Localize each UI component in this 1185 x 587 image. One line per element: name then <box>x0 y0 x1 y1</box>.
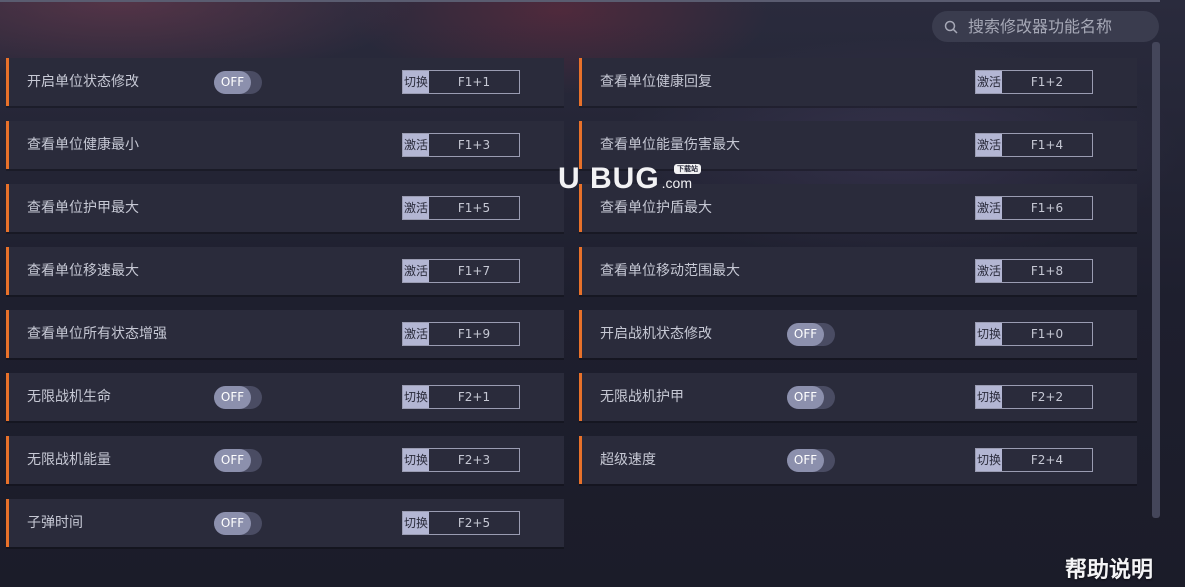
toggle-knob: OFF <box>214 386 251 409</box>
hotkey-key: F1+2 <box>1030 75 1064 89</box>
cheat-toggle[interactable]: OFF <box>214 512 262 535</box>
cheat-row: 无限战机护甲 OFF 切换 F2+2 <box>579 373 1137 421</box>
hotkey-key: F1+6 <box>1030 201 1064 215</box>
hotkey-key: F1+4 <box>1030 138 1064 152</box>
hotkey-key: F2+4 <box>1030 453 1064 467</box>
toggle-knob: OFF <box>787 386 824 409</box>
hotkey-field[interactable]: 激活 F1+3 <box>402 133 520 157</box>
cheat-row: 查看单位移动范围最大 激活 F1+8 <box>579 247 1137 295</box>
toggle-knob: OFF <box>214 449 251 472</box>
cheat-toggle[interactable]: OFF <box>214 449 262 472</box>
hotkey-mode: 激活 <box>403 323 429 345</box>
cheat-row: 查看单位健康回复 激活 F1+2 <box>579 58 1137 106</box>
cheat-row: 无限战机生命 OFF 切换 F2+1 <box>6 373 564 421</box>
scrollbar[interactable] <box>1152 42 1160 518</box>
cheat-row: 无限战机能量 OFF 切换 F2+3 <box>6 436 564 484</box>
watermark-logo: U BUG .com 下载站 <box>558 162 708 195</box>
cheat-row: 查看单位所有状态增强 激活 F1+9 <box>6 310 564 358</box>
cheat-row: 查看单位护甲最大 激活 F1+5 <box>6 184 564 232</box>
hotkey-mode: 切换 <box>976 323 1002 345</box>
cheat-label: 查看单位健康回复 <box>600 74 712 90</box>
cheat-row: 开启单位状态修改 OFF 切换 F1+1 <box>6 58 564 106</box>
cheat-toggle[interactable]: OFF <box>787 449 835 472</box>
cheat-label: 无限战机生命 <box>27 389 111 405</box>
search-box[interactable] <box>932 11 1159 42</box>
watermark-tag: 下载站 <box>674 164 701 174</box>
cheat-label: 开启战机状态修改 <box>600 326 712 342</box>
toggle-knob: OFF <box>214 71 251 94</box>
cheat-row: 超级速度 OFF 切换 F2+4 <box>579 436 1137 484</box>
cheat-label: 查看单位移速最大 <box>27 263 139 279</box>
hotkey-field[interactable]: 切换 F2+4 <box>975 448 1093 472</box>
trainer-window: 开启单位状态修改OFF切换F1+1查看单位健康最小激活F1+3查看单位护甲最大激… <box>0 0 1185 587</box>
hotkey-field[interactable]: 激活 F1+6 <box>975 196 1093 220</box>
search-icon <box>944 20 958 34</box>
hotkey-mode: 激活 <box>403 134 429 156</box>
hotkey-field[interactable]: 切换 F1+1 <box>402 70 520 94</box>
cheat-label: 查看单位所有状态增强 <box>27 326 167 342</box>
hotkey-field[interactable]: 激活 F1+8 <box>975 259 1093 283</box>
hotkey-key: F1+3 <box>457 138 491 152</box>
cheat-toggle[interactable]: OFF <box>214 386 262 409</box>
cheat-label: 无限战机能量 <box>27 452 111 468</box>
hotkey-key: F1+9 <box>457 327 491 341</box>
cheat-row: 子弹时间 OFF 切换 F2+5 <box>6 499 564 547</box>
cheat-label: 查看单位移动范围最大 <box>600 263 740 279</box>
hotkey-field[interactable]: 激活 F1+9 <box>402 322 520 346</box>
hotkey-mode: 切换 <box>403 512 429 534</box>
hotkey-mode: 切换 <box>403 386 429 408</box>
hotkey-mode: 激活 <box>976 134 1002 156</box>
cheat-row: 开启战机状态修改 OFF 切换 F1+0 <box>579 310 1137 358</box>
help-button[interactable]: 帮助说明 <box>1065 552 1153 584</box>
cheat-label: 查看单位护甲最大 <box>27 200 139 216</box>
hotkey-key: F1+1 <box>457 75 491 89</box>
hotkey-key: F2+5 <box>457 516 491 530</box>
hotkey-field[interactable]: 激活 F1+2 <box>975 70 1093 94</box>
top-divider <box>0 0 1160 2</box>
hotkey-key: F1+8 <box>1030 264 1064 278</box>
hotkey-field[interactable]: 切换 F1+0 <box>975 322 1093 346</box>
hotkey-mode: 激活 <box>403 260 429 282</box>
hotkey-mode: 激活 <box>976 197 1002 219</box>
hotkey-mode: 切换 <box>976 386 1002 408</box>
hotkey-key: F2+1 <box>457 390 491 404</box>
cheat-row: 查看单位健康最小 激活 F1+3 <box>6 121 564 169</box>
hotkey-field[interactable]: 激活 F1+4 <box>975 133 1093 157</box>
search-input[interactable] <box>966 16 1145 37</box>
cheat-label: 子弹时间 <box>27 515 83 531</box>
hotkey-mode: 切换 <box>403 71 429 93</box>
hotkey-field[interactable]: 切换 F2+3 <box>402 448 520 472</box>
hotkey-key: F1+5 <box>457 201 491 215</box>
cheat-toggle[interactable]: OFF <box>787 386 835 409</box>
cheat-label: 开启单位状态修改 <box>27 74 139 90</box>
cheat-row: 查看单位移速最大 激活 F1+7 <box>6 247 564 295</box>
hotkey-key: F2+2 <box>1030 390 1064 404</box>
watermark-suffix: .com <box>661 175 693 191</box>
hotkey-mode: 激活 <box>403 197 429 219</box>
hotkey-key: F1+0 <box>1030 327 1064 341</box>
toggle-knob: OFF <box>214 512 251 535</box>
cheat-label: 超级速度 <box>600 452 656 468</box>
hotkey-key: F2+3 <box>457 453 491 467</box>
hotkey-field[interactable]: 切换 F2+2 <box>975 385 1093 409</box>
hotkey-key: F1+7 <box>457 264 491 278</box>
hotkey-mode: 切换 <box>976 449 1002 471</box>
hotkey-field[interactable]: 切换 F2+1 <box>402 385 520 409</box>
cheat-label: 无限战机护甲 <box>600 389 684 405</box>
watermark-text: U BUG <box>558 162 660 195</box>
hotkey-field[interactable]: 切换 F2+5 <box>402 511 520 535</box>
cheat-label: 查看单位健康最小 <box>27 137 139 153</box>
toggle-knob: OFF <box>787 449 824 472</box>
cheat-toggle[interactable]: OFF <box>214 71 262 94</box>
toggle-knob: OFF <box>787 323 824 346</box>
hotkey-mode: 激活 <box>976 71 1002 93</box>
hotkey-mode: 切换 <box>403 449 429 471</box>
hotkey-field[interactable]: 激活 F1+5 <box>402 196 520 220</box>
hotkey-field[interactable]: 激活 F1+7 <box>402 259 520 283</box>
hotkey-mode: 激活 <box>976 260 1002 282</box>
cheat-toggle[interactable]: OFF <box>787 323 835 346</box>
